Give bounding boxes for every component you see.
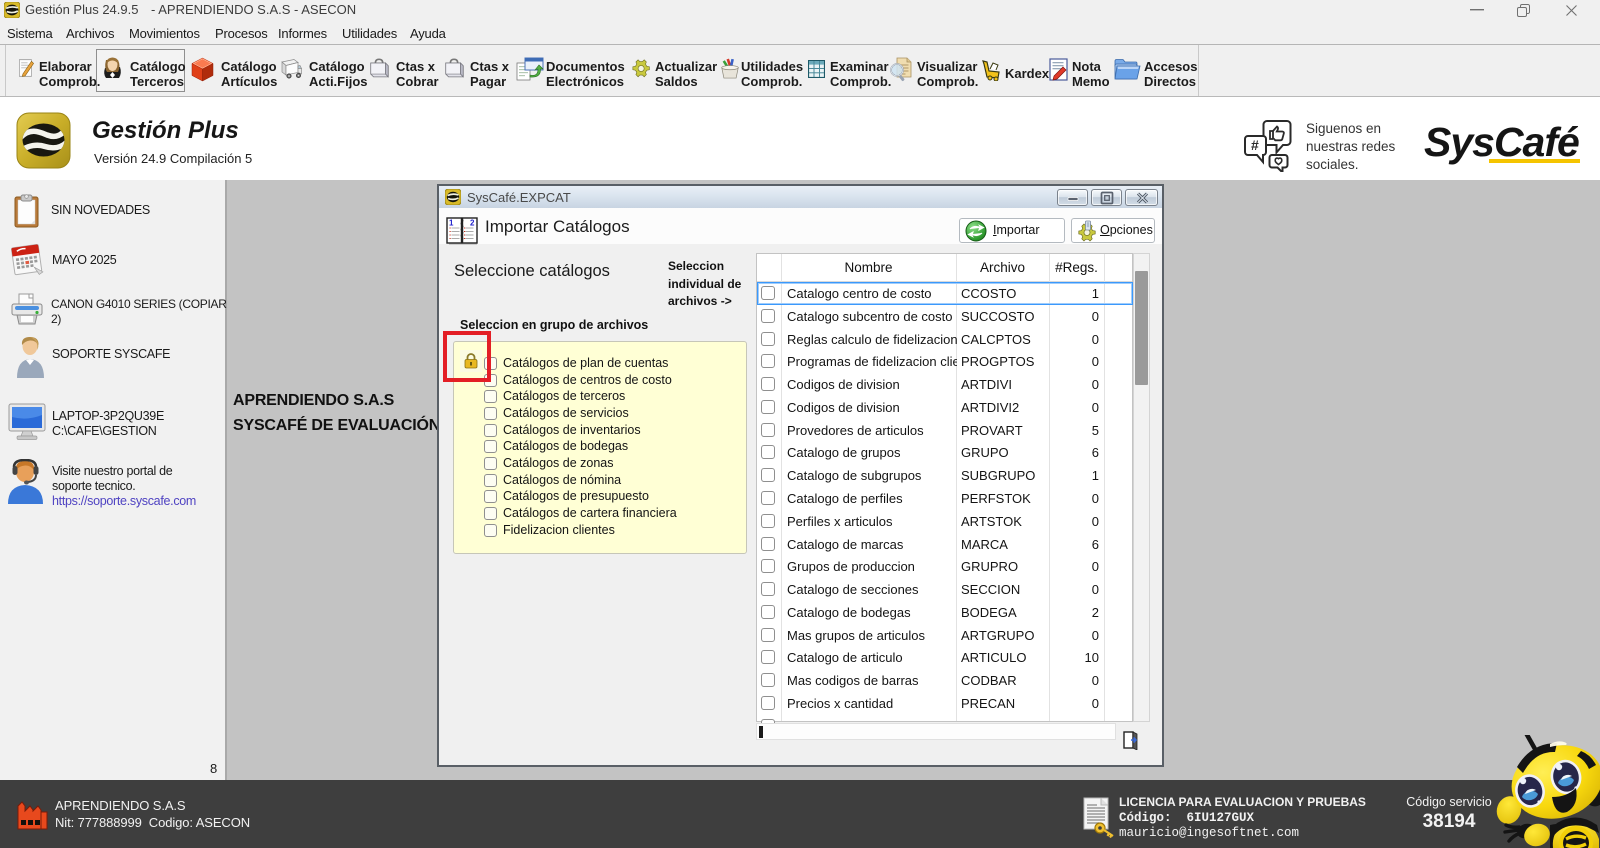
svg-text:1: 1 bbox=[449, 219, 454, 228]
svg-text:2: 2 bbox=[470, 219, 475, 228]
svg-text:#: # bbox=[1251, 137, 1259, 153]
